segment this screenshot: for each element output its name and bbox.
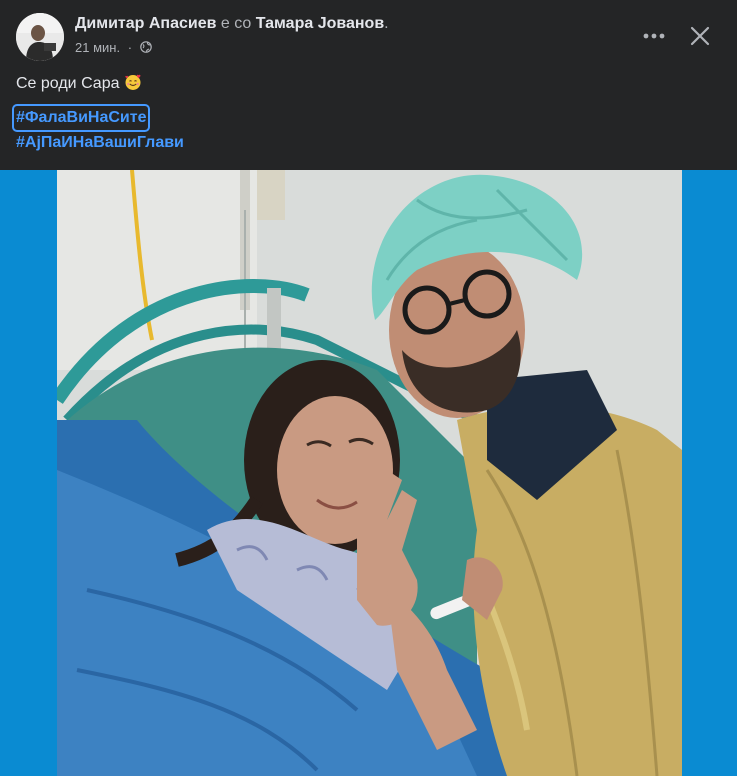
smiling-face-with-hearts-icon bbox=[124, 73, 142, 91]
end-punctuation: . bbox=[384, 15, 389, 32]
with-text: е со bbox=[220, 15, 252, 32]
post-meta: 21 мин. · bbox=[75, 40, 152, 56]
post-viewer: Димитар Апасиев е со Тамара Јованов. 21 … bbox=[0, 0, 737, 776]
globe-icon[interactable] bbox=[139, 41, 152, 53]
meta-separator: · bbox=[127, 40, 133, 55]
tagged-person[interactable]: Тамара Јованов bbox=[256, 15, 384, 32]
avatar-image bbox=[16, 13, 64, 61]
close-icon bbox=[690, 26, 710, 46]
hashtag-link-1[interactable]: #ФалаВиНаСите bbox=[11, 104, 151, 132]
author-name[interactable]: Димитар Апасиев bbox=[75, 15, 216, 32]
post-message-text: Се роди Сара bbox=[16, 75, 120, 92]
more-options-icon bbox=[643, 33, 665, 39]
photo-image bbox=[57, 170, 682, 776]
author-avatar[interactable] bbox=[16, 13, 64, 61]
close-button[interactable] bbox=[682, 18, 718, 54]
more-options-button[interactable] bbox=[636, 18, 672, 54]
hashtag-link-2[interactable]: #АјПаИНаВашиГлави bbox=[16, 132, 184, 154]
post-message: Се роди Сара bbox=[16, 73, 142, 95]
post-header: Димитар Апасиев е со Тамара Јованов. 21 … bbox=[0, 0, 737, 66]
author-line: Димитар Апасиев е со Тамара Јованов. bbox=[75, 14, 389, 34]
post-photo[interactable] bbox=[0, 170, 737, 776]
post-timestamp[interactable]: 21 мин. bbox=[75, 40, 120, 55]
